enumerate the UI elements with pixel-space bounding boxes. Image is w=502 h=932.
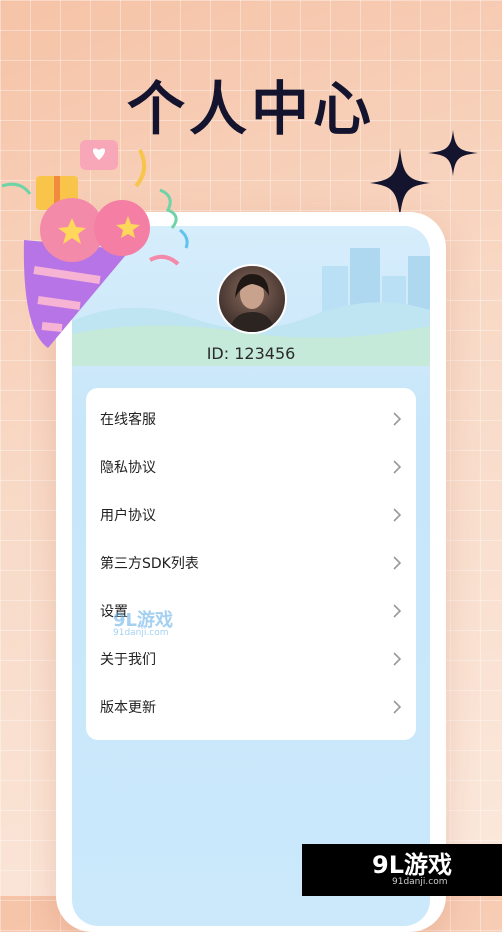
menu-item-user-agreement[interactable]: 用户协议 bbox=[86, 491, 416, 539]
brand-logo: 9L游戏 bbox=[372, 851, 452, 879]
sparkle-small-icon bbox=[428, 130, 478, 176]
watermark: 9L游戏 91danji.com bbox=[113, 606, 173, 638]
brand-url: 91danji.com bbox=[392, 877, 448, 887]
menu-item-label: 第三方SDK列表 bbox=[100, 556, 199, 572]
menu-card: 在线客服 隐私协议 用户协议 第三方SDK列表 设置 关于我们 版本更新 bbox=[86, 388, 416, 740]
menu-item-label: 版本更新 bbox=[100, 700, 156, 716]
menu-item-online-service[interactable]: 在线客服 bbox=[86, 395, 416, 443]
menu-item-privacy[interactable]: 隐私协议 bbox=[86, 443, 416, 491]
chevron-right-icon bbox=[393, 556, 402, 570]
chevron-right-icon bbox=[393, 652, 402, 666]
chevron-right-icon bbox=[393, 460, 402, 474]
watermark-url: 91danji.com bbox=[113, 628, 169, 638]
chevron-right-icon bbox=[393, 700, 402, 714]
avatar[interactable] bbox=[217, 264, 287, 334]
menu-item-label: 在线客服 bbox=[100, 412, 156, 428]
menu-item-sdk-list[interactable]: 第三方SDK列表 bbox=[86, 539, 416, 587]
party-popper-icon bbox=[1, 140, 189, 348]
menu-item-version-update[interactable]: 版本更新 bbox=[86, 683, 416, 731]
menu-item-label: 隐私协议 bbox=[100, 460, 156, 476]
chevron-right-icon bbox=[393, 604, 402, 618]
menu-item-label: 关于我们 bbox=[100, 652, 156, 668]
menu-item-about[interactable]: 关于我们 bbox=[86, 635, 416, 683]
chevron-right-icon bbox=[393, 412, 402, 426]
brand-bar: 9L游戏 91danji.com bbox=[302, 844, 502, 896]
menu-item-label: 用户协议 bbox=[100, 508, 156, 524]
chevron-right-icon bbox=[393, 508, 402, 522]
sparkle-large-icon bbox=[370, 148, 430, 218]
